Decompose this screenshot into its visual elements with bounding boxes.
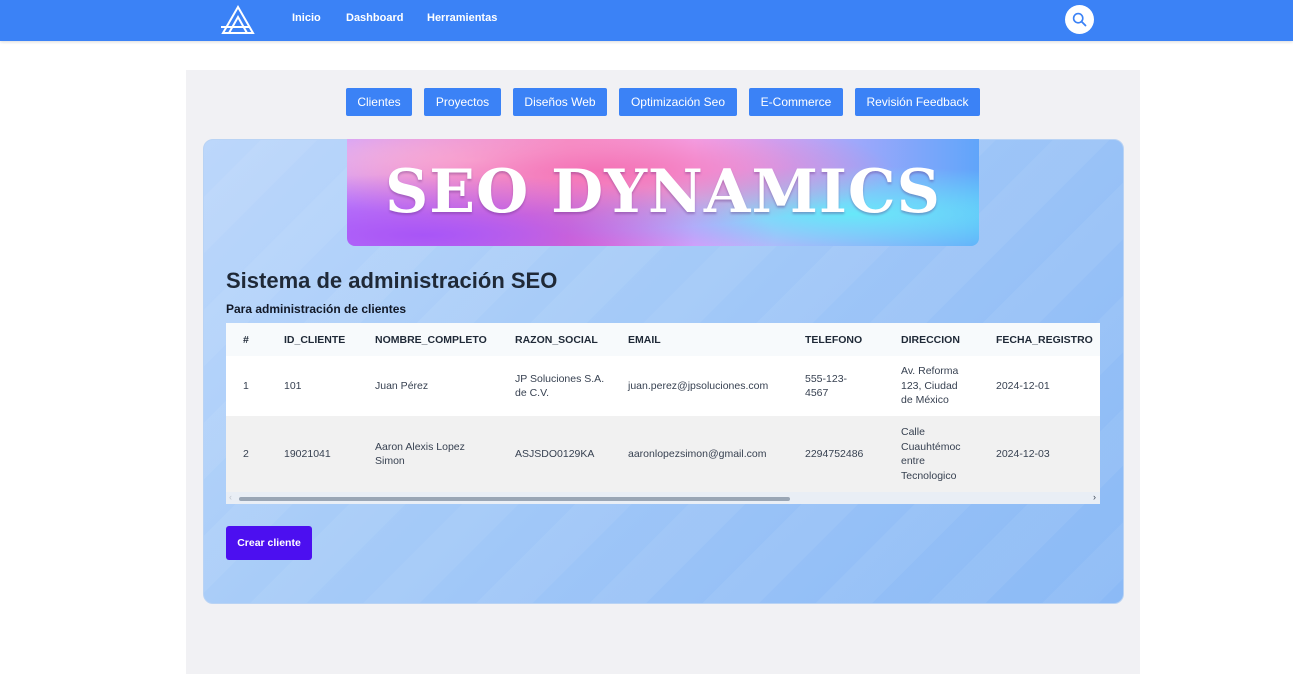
col-header-fecha-registro: FECHA_REGISTRO [996, 333, 1093, 346]
page-title: Sistema de administración SEO [226, 268, 558, 293]
tab-e-commerce[interactable]: E-Commerce [749, 88, 843, 116]
tab-proyectos[interactable]: Proyectos [424, 88, 501, 116]
nav-link-herramientas[interactable]: Herramientas [427, 12, 497, 24]
tab-revision-feedback[interactable]: Revisión Feedback [855, 88, 980, 116]
scroll-left-icon[interactable]: ‹ [229, 492, 232, 502]
col-header-razon-social: RAZON_SOCIAL [515, 333, 598, 346]
search-icon [1072, 12, 1087, 27]
col-header-nombre-completo: NOMBRE_COMPLETO [375, 333, 487, 346]
col-header-email: EMAIL [628, 333, 661, 346]
scroll-right-icon[interactable]: › [1093, 492, 1096, 502]
col-header-id-cliente: ID_CLIENTE [284, 333, 346, 346]
cell-email: juan.perez@jpsoluciones.com [628, 379, 769, 392]
cell-razon-social: ASJSDO0129KA [515, 447, 595, 460]
cell-fecha-registro: 2024-12-01 [996, 379, 1050, 392]
search-button[interactable] [1065, 5, 1094, 34]
cell-razon-social: JP Soluciones S.A. de C.V. [515, 372, 605, 400]
table-row[interactable]: 2 19021041 Aaron Alexis Lopez Simon ASJS… [226, 416, 1100, 492]
logo-icon[interactable] [219, 3, 257, 36]
clients-table: # ID_CLIENTE NOMBRE_COMPLETO RAZON_SOCIA… [226, 323, 1100, 492]
cell-telefono: 2294752486 [805, 447, 864, 460]
tab-optimizacion-seo[interactable]: Optimización Seo [619, 88, 737, 116]
cell-nombre-completo: Juan Pérez [375, 379, 429, 392]
cell-fecha-registro: 2024-12-03 [996, 447, 1050, 460]
tab-disenos-web[interactable]: Diseños Web [513, 88, 607, 116]
col-header-direccion: DIRECCION [901, 333, 960, 346]
table-horizontal-scrollbar[interactable]: ‹ › [226, 492, 1100, 504]
nav-link-inicio[interactable]: Inicio [292, 12, 321, 24]
cell-id-cliente: 101 [284, 379, 302, 392]
nav-link-dashboard[interactable]: Dashboard [346, 12, 403, 24]
cell-telefono: 555-123-4567 [805, 372, 848, 400]
table-header-row: # ID_CLIENTE NOMBRE_COMPLETO RAZON_SOCIA… [226, 323, 1100, 356]
col-header-index: # [243, 333, 249, 346]
clients-table-container[interactable]: # ID_CLIENTE NOMBRE_COMPLETO RAZON_SOCIA… [226, 323, 1100, 505]
cell-direccion: Calle Cuauhtémoc entre Tecnologico [901, 426, 961, 482]
scrollbar-thumb[interactable] [239, 497, 790, 501]
cell-id-cliente: 19021041 [284, 447, 331, 460]
top-navbar: Inicio Dashboard Herramientas [0, 0, 1293, 41]
cell-nombre-completo: Aaron Alexis Lopez Simon [375, 440, 465, 468]
cell-index: 2 [243, 447, 249, 460]
page-subtitle: Para administración de clientes [226, 302, 407, 316]
banner-title: SEO DYNAMICS [384, 157, 942, 227]
cell-direccion: Av. Reforma 123, Ciudad de México [901, 365, 959, 407]
col-header-telefono: TELEFONO [805, 333, 863, 346]
cell-email: aaronlopezsimon@gmail.com [628, 447, 767, 460]
seo-dynamics-banner: SEO DYNAMICS [347, 139, 979, 246]
create-client-button[interactable]: Crear cliente [226, 526, 312, 560]
tab-clientes[interactable]: Clientes [346, 88, 412, 116]
cell-index: 1 [243, 379, 249, 392]
table-row[interactable]: 1 101 Juan Pérez JP Soluciones S.A. de C… [226, 356, 1100, 416]
